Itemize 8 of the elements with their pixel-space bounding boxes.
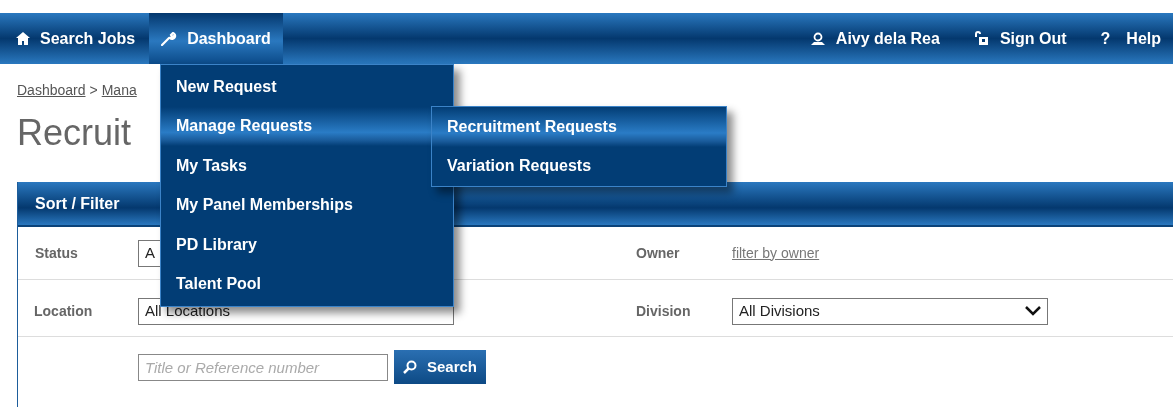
page-title: Recruit (16, 111, 132, 155)
field-label: Owner (636, 243, 681, 263)
field-label: Division (636, 301, 692, 321)
breadcrumb-separator: > (89, 81, 98, 100)
field-label: Status (35, 243, 79, 263)
field-label: Location (34, 301, 94, 321)
panel-title: Sort / Filter (35, 193, 120, 214)
help-glyph: ? (1100, 28, 1111, 49)
